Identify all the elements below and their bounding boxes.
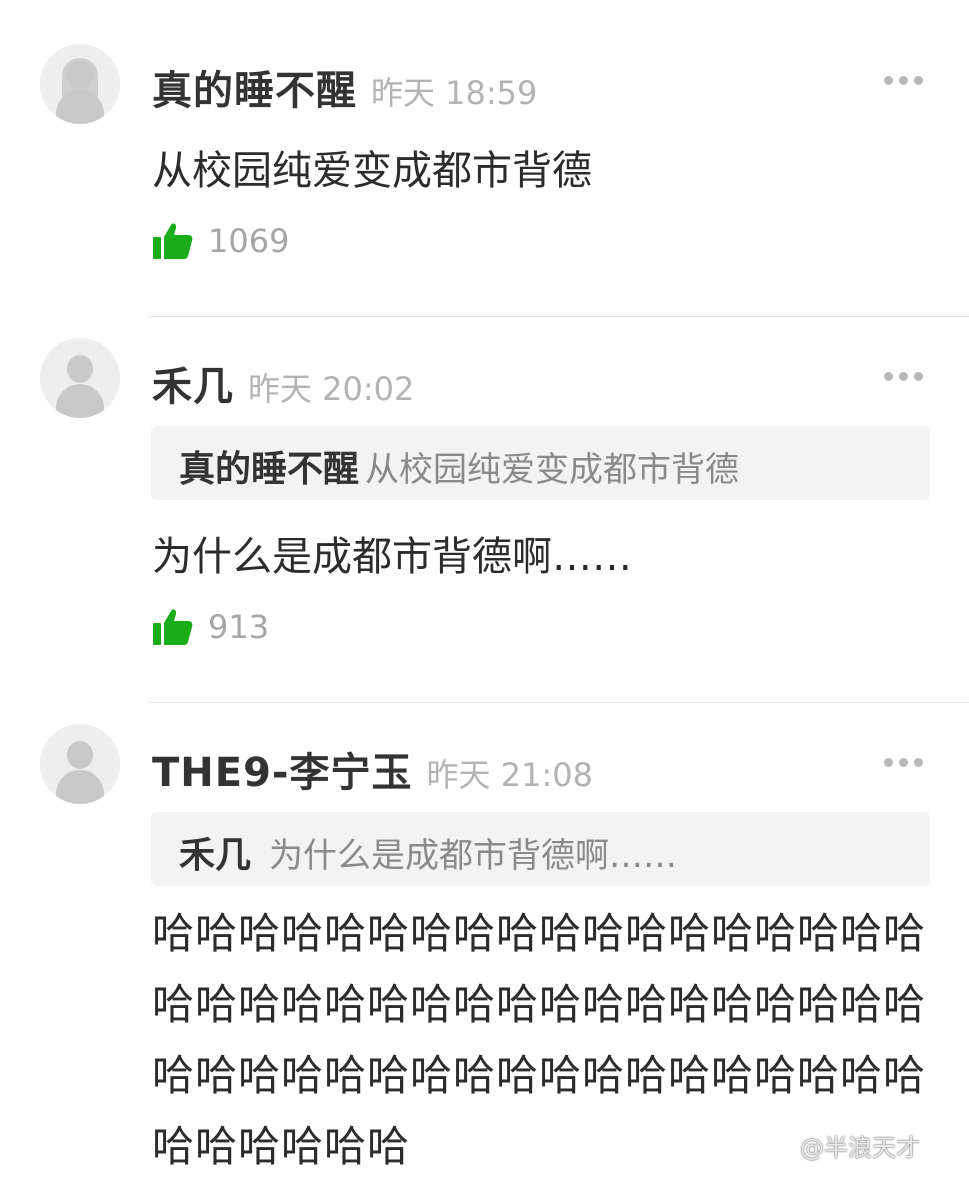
like-button[interactable]: 1069	[152, 220, 289, 262]
more-dots-icon[interactable]	[884, 76, 924, 86]
quoted-username: 禾几	[179, 835, 252, 876]
timestamp: 昨天 21:08	[426, 756, 593, 794]
quoted-text: 为什么是成都市背德啊……	[269, 836, 677, 876]
more-dots-icon[interactable]	[884, 372, 924, 382]
quoted-username: 真的睡不醒	[179, 449, 360, 490]
like-count: 1069	[208, 222, 290, 260]
like-button[interactable]: 913	[152, 606, 269, 648]
avatar[interactable]	[40, 724, 120, 804]
comment-text: 从校园纯爱变成都市背德	[152, 148, 592, 194]
timestamp: 昨天 18:59	[371, 74, 538, 112]
like-count: 913	[208, 608, 270, 646]
thumbs-up-icon	[153, 609, 193, 645]
comment-text: 为什么是成都市背德啊……	[152, 534, 632, 580]
quoted-comment[interactable]: 禾几 为什么是成都市背德啊……	[151, 812, 930, 886]
thumbs-up-icon	[153, 223, 193, 259]
avatar[interactable]	[40, 44, 120, 124]
comment-header: 真的睡不醒 昨天 18:59	[152, 58, 537, 116]
timestamp: 昨天 20:02	[248, 370, 415, 408]
avatar[interactable]	[40, 338, 120, 418]
divider	[148, 702, 969, 703]
comment-header: 禾几 昨天 20:02	[152, 354, 414, 412]
quoted-text: 从校园纯爱变成都市背德	[365, 450, 739, 490]
more-dots-icon[interactable]	[884, 758, 924, 768]
quoted-comment[interactable]: 真的睡不醒 从校园纯爱变成都市背德	[151, 426, 930, 500]
divider	[148, 316, 969, 317]
username[interactable]: 真的睡不醒	[152, 68, 357, 114]
username[interactable]: 禾几	[152, 364, 234, 410]
username[interactable]: THE9-李宁玉	[152, 750, 413, 796]
watermark: @半浪天才	[800, 1134, 920, 1162]
comment-header: THE9-李宁玉 昨天 21:08	[152, 740, 593, 798]
